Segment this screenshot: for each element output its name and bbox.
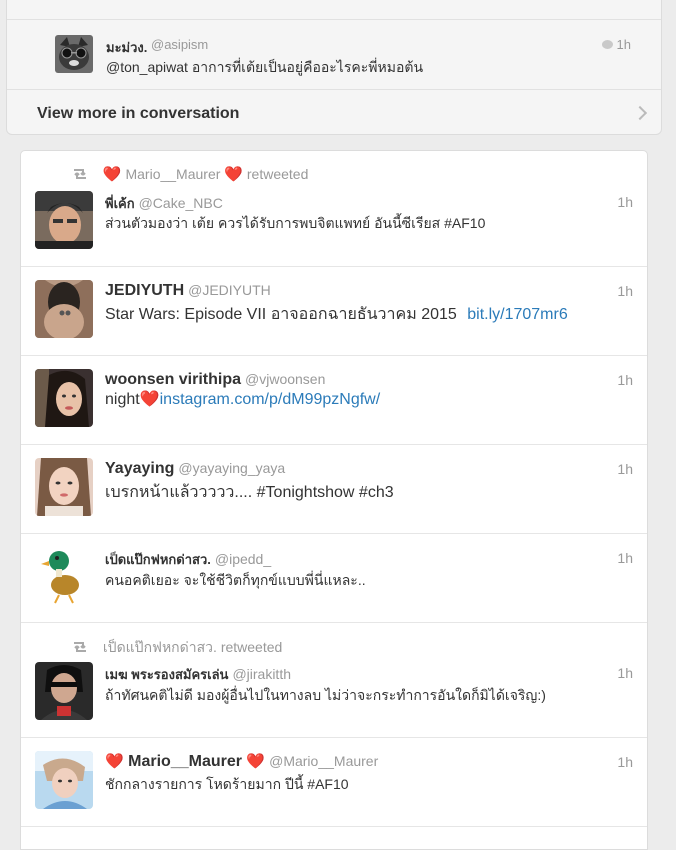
tweet-author-name[interactable]: JEDIYUTH bbox=[105, 282, 184, 299]
avatar[interactable] bbox=[35, 191, 93, 249]
avatar[interactable] bbox=[35, 369, 93, 427]
retweeter-name[interactable]: เป็ดแป๊กฟหกด่าสว. bbox=[103, 639, 217, 655]
tweet-timestamp[interactable]: 1h bbox=[617, 194, 633, 210]
heart-icon: ❤️ bbox=[105, 753, 124, 770]
retweet-icon bbox=[74, 642, 86, 652]
divider bbox=[7, 89, 661, 90]
tweet-timestamp[interactable]: 1h bbox=[617, 372, 633, 388]
reply-author-name[interactable]: มะม่วง. bbox=[106, 37, 147, 58]
tweet-text: Star Wars: Episode VII อาจออกฉายธันวาคม … bbox=[105, 306, 457, 323]
timeline-card: ❤️ Mario__Maurer ❤️ retweeted พี่เค้ก @Ca… bbox=[20, 150, 648, 850]
retweeted-label: retweeted bbox=[246, 166, 309, 182]
tweet-author-handle[interactable]: @jirakitth bbox=[232, 666, 291, 682]
tweet-item[interactable]: ❤️ Mario__Maurer ❤️ retweeted พี่เค้ก @Ca… bbox=[21, 151, 647, 267]
tweet-text: เบรกหน้าแล้ววววว.... #Tonightshow #ch3 bbox=[105, 484, 394, 501]
tweet-author-handle[interactable]: @Cake_NBC bbox=[139, 195, 223, 211]
tweet-author-handle[interactable]: @ipedd_ bbox=[215, 551, 271, 567]
tweet-timestamp[interactable]: 1h bbox=[617, 550, 633, 566]
chevron-right-icon[interactable] bbox=[632, 105, 648, 121]
tweet-author-name[interactable]: เป็ดแป๊กฟหกด่าสว. bbox=[105, 552, 211, 567]
tweet-author-handle[interactable]: @vjwoonsen bbox=[245, 371, 325, 387]
tweet-author-name[interactable]: Yayaying bbox=[105, 460, 174, 477]
tweet-author-handle[interactable]: @JEDIYUTH bbox=[188, 282, 271, 298]
tweet-text-container: Star Wars: Episode VII อาจออกฉายธันวาคม … bbox=[105, 302, 633, 327]
view-more-conversation-link[interactable]: View more in conversation bbox=[37, 105, 239, 123]
avatar[interactable] bbox=[35, 280, 93, 338]
tweet-timestamp[interactable]: 1h bbox=[617, 754, 633, 770]
tweet-timestamp[interactable]: 1h bbox=[617, 665, 633, 681]
tweet-item[interactable]: ❤️ Mario__Maurer ❤️ @Mario__Maurer 1h ชัก… bbox=[21, 737, 647, 827]
tweet-author-handle[interactable]: @Mario__Maurer bbox=[269, 753, 378, 769]
avatar[interactable] bbox=[35, 458, 93, 516]
heart-icon: ❤️ bbox=[224, 166, 243, 183]
tweet-text-container: night❤️instagram.com/p/dM99pzNgfw/ bbox=[105, 389, 633, 409]
tweet-timestamp[interactable]: 1h bbox=[617, 283, 633, 299]
reply-timestamp[interactable]: 1h bbox=[601, 37, 631, 52]
tweet-link[interactable]: bit.ly/1707mr6 bbox=[467, 306, 568, 323]
tweet-timestamp[interactable]: 1h bbox=[617, 461, 633, 477]
tweet-link[interactable]: instagram.com/p/dM99pzNgfw/ bbox=[160, 391, 381, 408]
tweet-text: night❤️ bbox=[105, 391, 160, 408]
divider bbox=[7, 19, 661, 20]
retweeter-name[interactable]: Mario__Maurer bbox=[125, 166, 220, 182]
tweet-author-name[interactable]: Mario__Maurer bbox=[128, 753, 242, 770]
tweet-item[interactable]: woonsen virithipa @vjwoonsen 1h night❤️in… bbox=[21, 355, 647, 445]
retweet-icon bbox=[74, 169, 86, 179]
tweet-text: คนอคติเยอะ จะใช้ชีวิตก็ทุกข์แบบพี่นี่แหล… bbox=[105, 572, 366, 588]
reply-time-label: 1h bbox=[616, 37, 631, 52]
reply-author-handle[interactable]: @asipism bbox=[151, 37, 208, 52]
heart-icon: ❤️ bbox=[102, 166, 122, 183]
tweet-item[interactable]: เป็ดแป๊กฟหกด่าสว. @ipedd_ 1h คนอคติเยอะ จ… bbox=[21, 533, 647, 623]
tweet-text: ชักกลางรายการ โหดร้ายมาก ปีนี้ #AF10 bbox=[105, 776, 349, 792]
tweet-item[interactable]: Yayaying @yayaying_yaya 1h เบรกหน้าแล้ววว… bbox=[21, 444, 647, 534]
tweet-author-name[interactable]: woonsen virithipa bbox=[105, 371, 241, 388]
tweet-text: ถ้าทัศนคติไม่ดี มองผู้อื่นไปในทางลบ ไม่ว… bbox=[105, 687, 546, 703]
retweet-header: ❤️ Mario__Maurer ❤️ retweeted bbox=[71, 165, 308, 183]
tweet-author-name[interactable]: เมฆ พระรองสมัครเล่น bbox=[105, 667, 228, 682]
avatar[interactable] bbox=[55, 35, 93, 73]
retweet-header: เป็ดแป๊กฟหกด่าสว. retweeted bbox=[71, 637, 282, 659]
conversation-card: มะม่วง. @asipism 1h @ton_apiwat อาการที่… bbox=[6, 0, 662, 135]
heart-icon: ❤️ bbox=[246, 753, 266, 770]
tweet-author-name[interactable]: พี่เค้ก bbox=[105, 196, 135, 211]
tweet-text: ส่วนตัวมองว่า เต้ย ควรได้รับการพบจิตแพทย… bbox=[105, 215, 486, 231]
conversation-reply[interactable]: มะม่วง. @asipism 1h @ton_apiwat อาการที่… bbox=[55, 33, 641, 89]
retweeted-label: retweeted bbox=[220, 639, 283, 655]
avatar[interactable] bbox=[35, 751, 93, 809]
tweet-author-handle[interactable]: @yayaying_yaya bbox=[178, 460, 285, 476]
tweet-item[interactable]: JEDIYUTH @JEDIYUTH 1h Star Wars: Episode … bbox=[21, 266, 647, 356]
avatar[interactable] bbox=[35, 662, 93, 720]
tweet-item[interactable]: เป็ดแป๊กฟหกด่าสว. retweeted เมฆ พระรองสม… bbox=[21, 622, 647, 738]
avatar[interactable] bbox=[35, 547, 93, 605]
reply-text: @ton_apiwat อาการที่เต้ยเป็นอยู่คืออะไรค… bbox=[106, 59, 424, 75]
reply-bubble-icon bbox=[601, 40, 613, 49]
